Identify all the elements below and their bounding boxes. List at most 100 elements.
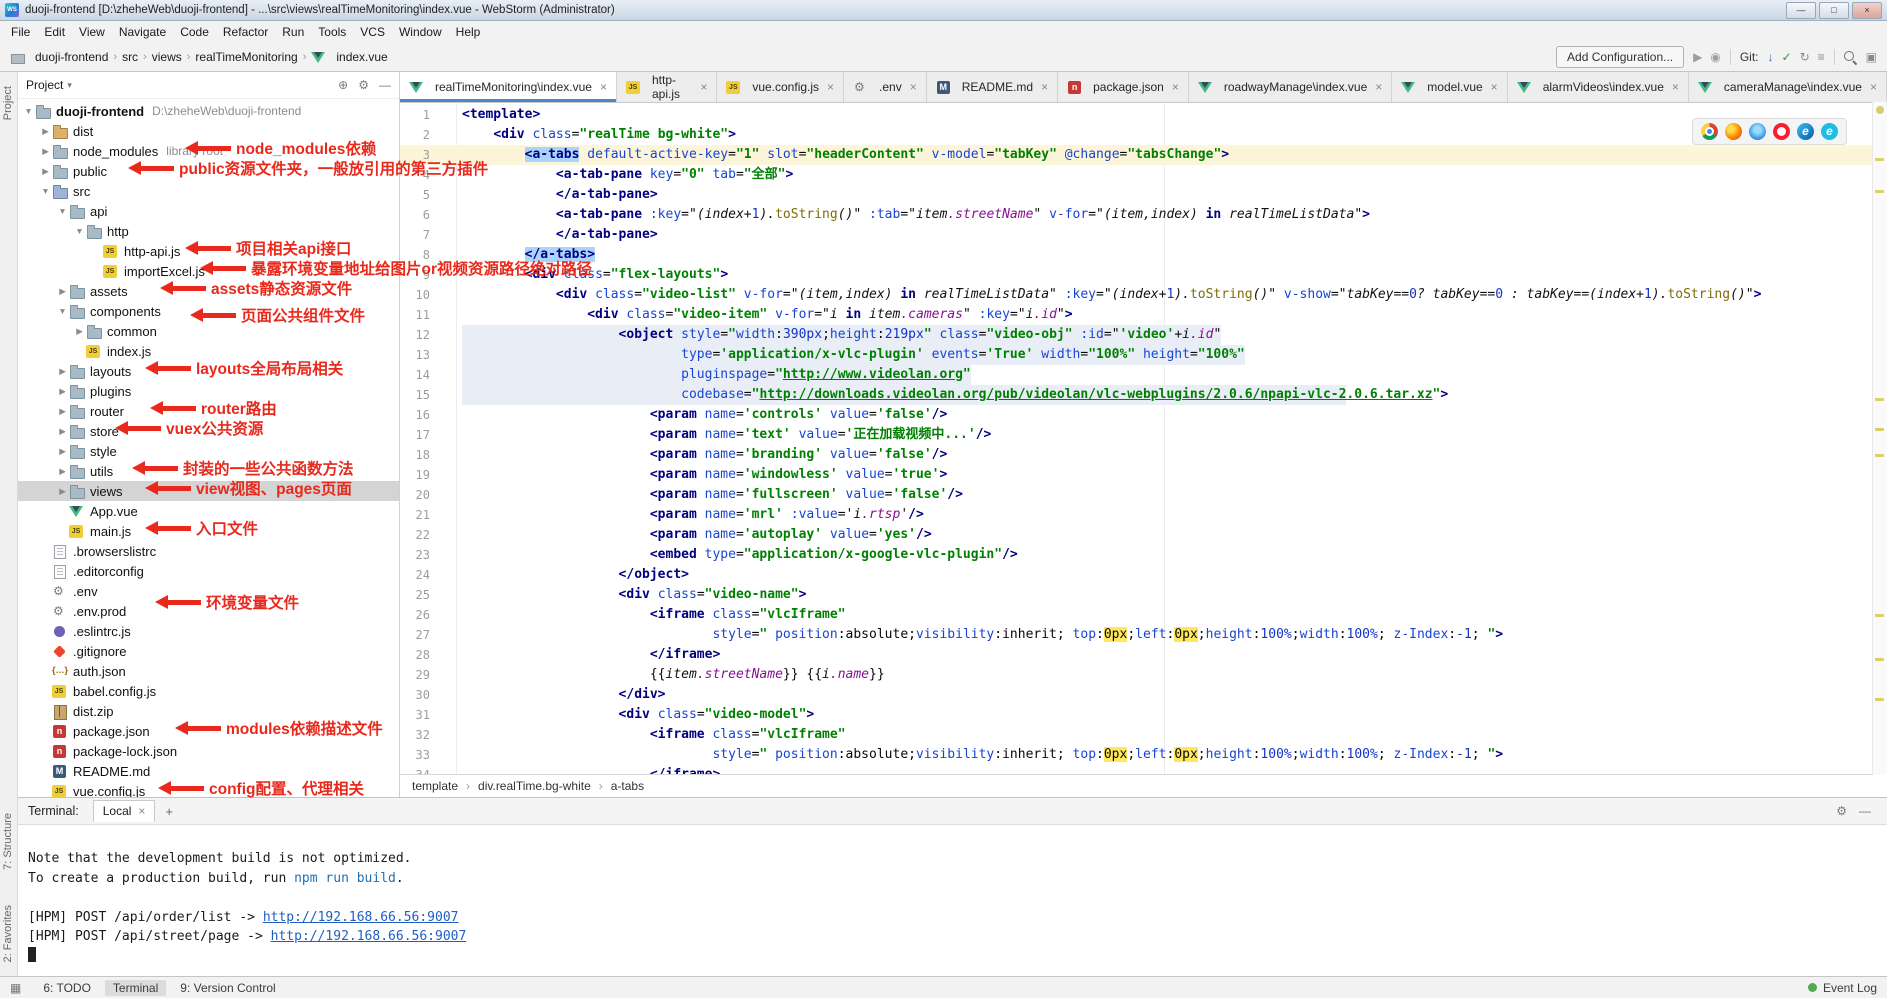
tree-item-env[interactable]: .env xyxy=(18,581,399,601)
settings-icon[interactable]: ⚙ xyxy=(358,78,369,92)
close-button[interactable]: × xyxy=(1852,2,1882,19)
chevron-right-icon[interactable]: ▶ xyxy=(56,366,69,377)
chevron-right-icon[interactable]: ▶ xyxy=(56,486,69,497)
edge-icon[interactable] xyxy=(1797,123,1814,140)
editor-tab-package-json[interactable]: package.json× xyxy=(1058,72,1189,102)
chevron-down-icon[interactable]: ▼ xyxy=(22,106,35,116)
terminal-link[interactable]: http://192.168.66.56:9007 xyxy=(263,910,459,925)
terminal-tab-local[interactable]: Local × xyxy=(93,800,156,822)
chevron-right-icon[interactable]: ▶ xyxy=(39,166,52,177)
editor-tab-cameramanage-index-vue[interactable]: cameraManage\index.vue× xyxy=(1689,72,1887,102)
safari-icon[interactable] xyxy=(1749,123,1766,140)
tree-item-browserslistrc[interactable]: .browserslistrc xyxy=(18,541,399,561)
code-text[interactable]: <div class="realTime bg-white"> xyxy=(462,125,736,145)
event-log-button[interactable]: Event Log xyxy=(1823,981,1877,995)
tree-item-layouts[interactable]: ▶layouts xyxy=(18,361,399,381)
menu-refactor[interactable]: Refactor xyxy=(216,22,275,42)
close-icon[interactable]: × xyxy=(1672,80,1679,94)
code-text[interactable]: </div> xyxy=(462,685,666,705)
close-icon[interactable]: × xyxy=(827,80,834,94)
tree-item-public[interactable]: ▶public xyxy=(18,161,399,181)
history-icon[interactable]: ≡ xyxy=(1818,51,1825,63)
code-text[interactable]: </iframe> xyxy=(462,645,720,665)
editor-tab-alarmvideos-index-vue[interactable]: alarmVideos\index.vue× xyxy=(1508,72,1689,102)
status-item-6-todo[interactable]: 6: TODO xyxy=(35,980,99,996)
editor-tab-realtimemonitoring-index-vue[interactable]: realTimeMonitoring\index.vue× xyxy=(400,72,617,102)
code-text[interactable]: </a-tabs> xyxy=(462,245,595,265)
locate-icon[interactable]: ⊕ xyxy=(338,78,348,92)
editor-tab-http-api-js[interactable]: http-api.js× xyxy=(617,72,717,102)
tree-item-duoji-frontend[interactable]: ▼duoji-frontendD:\zheheWeb\duoji-fronten… xyxy=(18,101,399,121)
tool-strip-2-favorites[interactable]: 2: Favorites xyxy=(2,905,14,962)
breadcrumb-item-realtimemonitoring[interactable]: realTimeMonitoring xyxy=(195,50,297,64)
tree-item-eslintrc-js[interactable]: .eslintrc.js xyxy=(18,621,399,641)
code-text[interactable]: <template> xyxy=(462,105,540,125)
close-icon[interactable]: × xyxy=(1491,80,1498,94)
tree-item-auth-json[interactable]: auth.json xyxy=(18,661,399,681)
code-text[interactable]: <param name='fullscreen' value='false'/> xyxy=(462,485,963,505)
menu-vcs[interactable]: VCS xyxy=(353,22,392,42)
opera-icon[interactable] xyxy=(1773,123,1790,140)
code-text[interactable]: style=" position:absolute;visibility:inh… xyxy=(462,625,1503,645)
menu-help[interactable]: Help xyxy=(449,22,488,42)
tree-item-babel-config-js[interactable]: babel.config.js xyxy=(18,681,399,701)
tree-item-dist[interactable]: ▶dist xyxy=(18,121,399,141)
close-icon[interactable]: × xyxy=(1870,80,1877,94)
tree-item-importexcel-js[interactable]: importExcel.js xyxy=(18,261,399,281)
close-icon[interactable]: × xyxy=(1375,80,1382,94)
breadcrumb-item-views[interactable]: views xyxy=(152,50,182,64)
tree-item-router[interactable]: ▶router xyxy=(18,401,399,421)
tree-item-src[interactable]: ▼src xyxy=(18,181,399,201)
code-text[interactable]: <div class="flex-layouts"> xyxy=(462,265,728,285)
tree-item-app-vue[interactable]: App.vue xyxy=(18,501,399,521)
editor-tab-model-vue[interactable]: model.vue× xyxy=(1392,72,1507,102)
menu-window[interactable]: Window xyxy=(392,22,449,42)
tree-item-common[interactable]: ▶common xyxy=(18,321,399,341)
chevron-right-icon[interactable]: ▶ xyxy=(56,446,69,457)
firefox-icon[interactable] xyxy=(1725,123,1742,140)
ie-icon[interactable] xyxy=(1821,123,1838,140)
breadcrumb-item-duoji-frontend[interactable]: duoji-frontend xyxy=(10,50,108,65)
code-text[interactable]: pluginspage="http://www.videolan.org" xyxy=(462,365,971,385)
code-text[interactable]: {{item.streetName}} {{i.name}} xyxy=(462,665,885,685)
code-text[interactable]: <object style="width:390px;height:219px"… xyxy=(462,325,1221,345)
tree-item-dist-zip[interactable]: dist.zip xyxy=(18,701,399,721)
tree-item-env-prod[interactable]: .env.prod xyxy=(18,601,399,621)
chevron-down-icon[interactable]: ▼ xyxy=(39,186,52,196)
chevron-right-icon[interactable]: ▶ xyxy=(56,426,69,437)
code-text[interactable]: <param name='controls' value='false'/> xyxy=(462,405,947,425)
tree-item-style[interactable]: ▶style xyxy=(18,441,399,461)
code-text[interactable]: <param name='windowless' value='true'> xyxy=(462,465,947,485)
chevron-right-icon[interactable]: ▶ xyxy=(73,326,86,337)
menu-edit[interactable]: Edit xyxy=(37,22,72,42)
add-configuration-button[interactable]: Add Configuration... xyxy=(1556,46,1684,68)
tree-item-package-json[interactable]: package.json xyxy=(18,721,399,741)
code-text[interactable]: <embed type="application/x-google-vlc-pl… xyxy=(462,545,1018,565)
chevron-down-icon[interactable]: ▼ xyxy=(73,226,86,236)
update-project-icon[interactable]: ↓ xyxy=(1768,51,1774,63)
tree-item-views[interactable]: ▶views xyxy=(18,481,399,501)
close-icon[interactable]: × xyxy=(1041,80,1048,94)
code-text[interactable]: <div class="video-model"> xyxy=(462,705,814,725)
close-icon[interactable]: × xyxy=(138,804,145,818)
project-panel-title[interactable]: Project xyxy=(26,78,63,92)
code-text[interactable]: <a-tabs default-active-key="1" slot="hea… xyxy=(462,145,1229,165)
hide-icon[interactable]: — xyxy=(379,78,391,92)
code-text[interactable]: <iframe class="vlcIframe" xyxy=(462,725,846,745)
editor-tab-env[interactable]: .env× xyxy=(844,72,927,102)
tree-item-http-api-js[interactable]: http-api.js xyxy=(18,241,399,261)
tree-item-plugins[interactable]: ▶plugins xyxy=(18,381,399,401)
tree-item-assets[interactable]: ▶assets xyxy=(18,281,399,301)
tree-item-api[interactable]: ▼api xyxy=(18,201,399,221)
tree-item-readme-md[interactable]: README.md xyxy=(18,761,399,781)
code-text[interactable]: </object> xyxy=(462,565,689,585)
hide-icon[interactable]: — xyxy=(1859,804,1871,818)
tree-item-editorconfig[interactable]: .editorconfig xyxy=(18,561,399,581)
tree-item-store[interactable]: ▶store xyxy=(18,421,399,441)
search-everywhere-icon[interactable] xyxy=(1844,51,1857,64)
debug-icon[interactable]: ◉ xyxy=(1710,51,1720,63)
code-text[interactable]: <div class="video-item" v-for="i in item… xyxy=(462,305,1073,325)
commit-icon[interactable]: ✓ xyxy=(1782,51,1792,63)
editor-tab-vue-config-js[interactable]: vue.config.js× xyxy=(717,72,844,102)
menu-code[interactable]: Code xyxy=(173,22,216,42)
